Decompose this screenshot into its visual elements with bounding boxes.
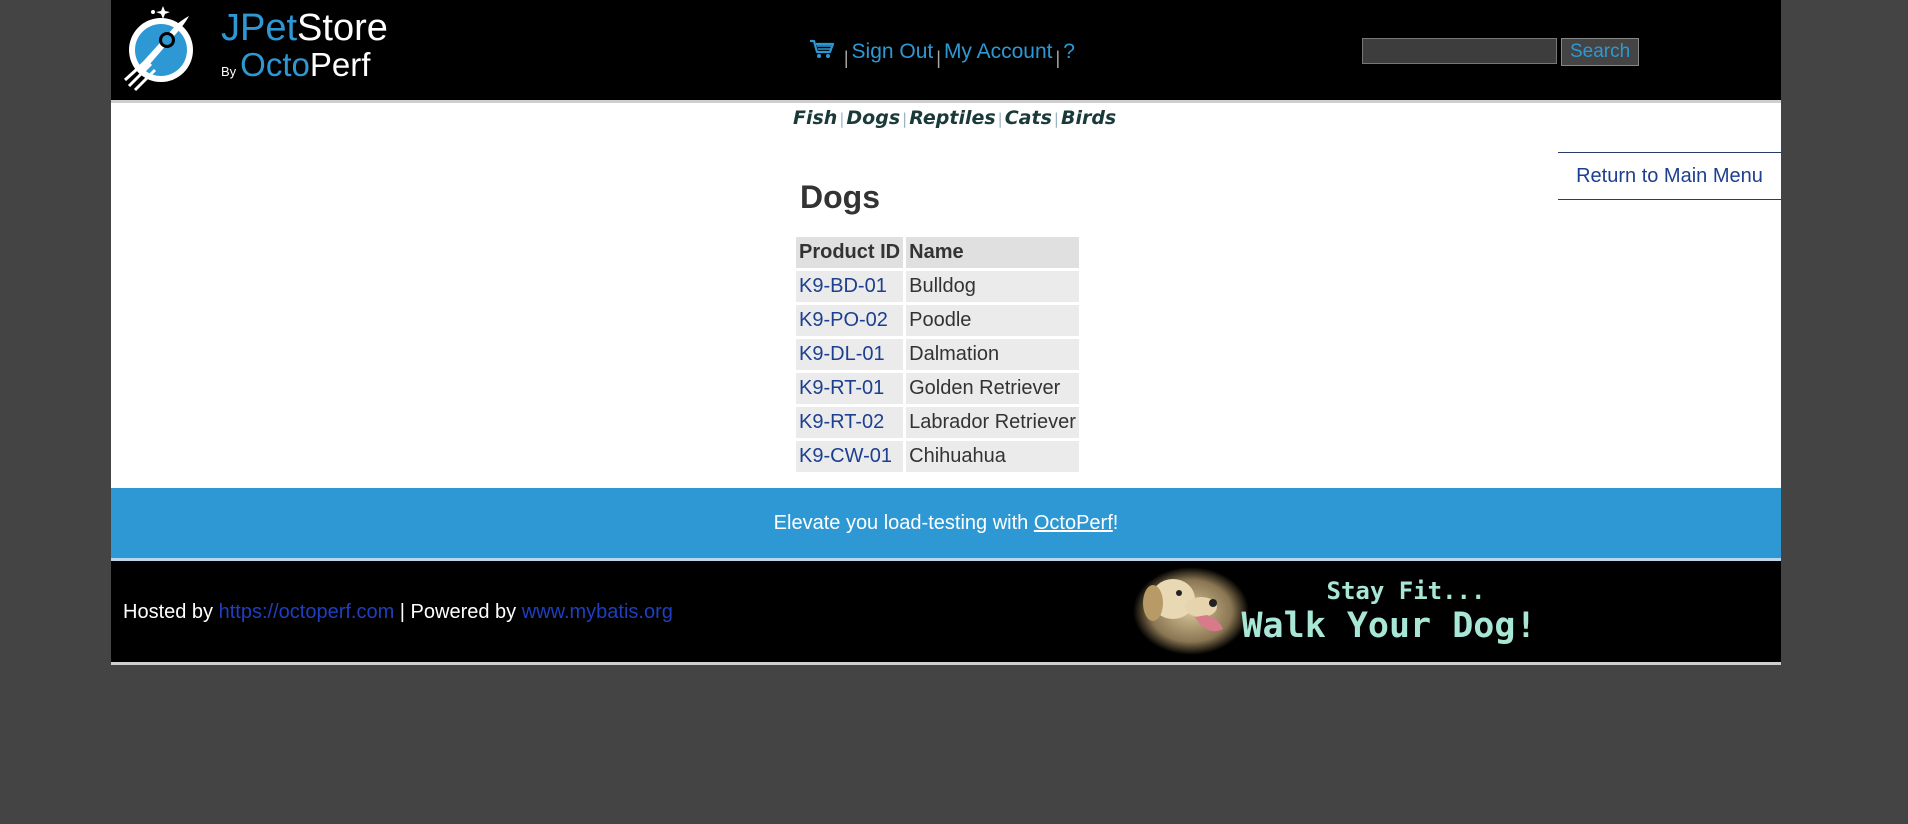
ad-line-1: Stay Fit... bbox=[1327, 577, 1486, 605]
octoperf-link[interactable]: OctoPerf bbox=[1034, 512, 1113, 534]
product-name: Golden Retriever bbox=[906, 373, 1079, 404]
logo-jpet: JPet bbox=[221, 7, 298, 49]
table-row: K9-CW-01 Chihuahua bbox=[796, 441, 1079, 472]
product-name: Poodle bbox=[906, 305, 1079, 336]
quick-link-separator: | bbox=[997, 110, 1003, 128]
quick-link-reptiles[interactable]: Reptiles bbox=[909, 107, 995, 129]
logo-text: JPetStore By OctoPerf bbox=[221, 6, 388, 88]
powered-by: Hosted by https://octoperf.com | Powered… bbox=[123, 601, 673, 624]
table-row: K9-BD-01 Bulldog bbox=[796, 271, 1079, 302]
walk-your-dog-banner[interactable]: Stay Fit... Walk Your Dog! bbox=[1131, 563, 1551, 659]
product-name: Chihuahua bbox=[906, 441, 1079, 472]
header-menu: | Sign Out | My Account |? bbox=[809, 38, 1075, 68]
dog-icon bbox=[1133, 567, 1249, 655]
table-row: K9-RT-01 Golden Retriever bbox=[796, 373, 1079, 404]
product-id-link[interactable]: K9-BD-01 bbox=[799, 275, 887, 297]
product-id-link[interactable]: K9-RT-02 bbox=[799, 411, 884, 433]
my-account-link[interactable]: My Account bbox=[944, 40, 1053, 63]
menu-separator: | bbox=[1055, 48, 1061, 68]
cart-link[interactable] bbox=[809, 39, 841, 63]
return-to-main-menu-link[interactable]: Return to Main Menu bbox=[1576, 165, 1763, 187]
logo-octo: Octo bbox=[240, 46, 310, 83]
powered-by-label: | Powered by bbox=[394, 601, 522, 623]
product-id-link[interactable]: K9-RT-01 bbox=[799, 377, 884, 399]
table-row: K9-RT-02 Labrador Retriever bbox=[796, 407, 1079, 438]
logo-by: By bbox=[221, 64, 237, 79]
product-table: Product ID Name K9-BD-01 Bulldog K9-PO-0… bbox=[793, 234, 1082, 475]
back-link-box: Return to Main Menu bbox=[1558, 152, 1781, 200]
mybatis-link[interactable]: www.mybatis.org bbox=[522, 601, 673, 623]
search-button[interactable]: Search bbox=[1561, 38, 1640, 66]
product-name: Labrador Retriever bbox=[906, 407, 1079, 438]
menu-separator: | bbox=[843, 48, 849, 68]
octoperf-site-link[interactable]: https://octoperf.com bbox=[219, 601, 395, 623]
column-header-name: Name bbox=[906, 237, 1079, 268]
quick-link-fish[interactable]: Fish bbox=[793, 107, 837, 129]
hosted-by-label: Hosted by bbox=[123, 601, 219, 623]
page-container: JPetStore By OctoPerf | Sign Out | My Accoun… bbox=[111, 0, 1781, 665]
product-name: Dalmation bbox=[906, 339, 1079, 370]
quick-link-separator: | bbox=[902, 110, 908, 128]
help-link[interactable]: ? bbox=[1063, 40, 1075, 63]
promo-text: Elevate you load-testing with bbox=[773, 512, 1034, 534]
search-input[interactable] bbox=[1362, 38, 1557, 64]
table-row: K9-DL-01 Dalmation bbox=[796, 339, 1079, 370]
table-header-row: Product ID Name bbox=[796, 237, 1079, 268]
jpetstore-logo[interactable]: JPetStore By OctoPerf bbox=[123, 2, 393, 92]
column-header-product-id: Product ID bbox=[796, 237, 904, 268]
product-id-link[interactable]: K9-CW-01 bbox=[799, 445, 892, 467]
sign-out-link[interactable]: Sign Out bbox=[852, 40, 934, 63]
category-quick-links: Fish | Dogs | Reptiles | Cats | Birds bbox=[111, 100, 1781, 141]
ad-line-2: Walk Your Dog! bbox=[1241, 606, 1536, 646]
product-id-link[interactable]: K9-DL-01 bbox=[799, 343, 885, 365]
rocket-icon bbox=[123, 6, 193, 92]
shopping-cart-icon bbox=[810, 39, 835, 58]
header: JPetStore By OctoPerf | Sign Out | My Accoun… bbox=[111, 0, 1781, 100]
quick-link-separator: | bbox=[1053, 110, 1059, 128]
quick-link-birds[interactable]: Birds bbox=[1061, 107, 1116, 129]
quick-link-cats[interactable]: Cats bbox=[1005, 107, 1052, 129]
logo-perf: Perf bbox=[309, 46, 371, 83]
menu-separator: | bbox=[936, 48, 941, 68]
quick-link-separator: | bbox=[839, 110, 845, 128]
table-row: K9-PO-02 Poodle bbox=[796, 305, 1079, 336]
search-form: Search bbox=[1362, 38, 1640, 66]
category-title: Dogs bbox=[800, 179, 880, 215]
product-id-link[interactable]: K9-PO-02 bbox=[799, 309, 888, 331]
quick-link-dogs[interactable]: Dogs bbox=[846, 107, 900, 129]
footer: Hosted by https://octoperf.com | Powered… bbox=[111, 561, 1781, 665]
promo-suffix: ! bbox=[1112, 512, 1119, 534]
logo-store: Store bbox=[297, 7, 388, 49]
product-name: Bulldog bbox=[906, 271, 1079, 302]
main-content: Return to Main Menu Dogs Product ID Name… bbox=[111, 141, 1781, 488]
promo-banner: Elevate you load-testing with OctoPerf! bbox=[111, 488, 1781, 561]
